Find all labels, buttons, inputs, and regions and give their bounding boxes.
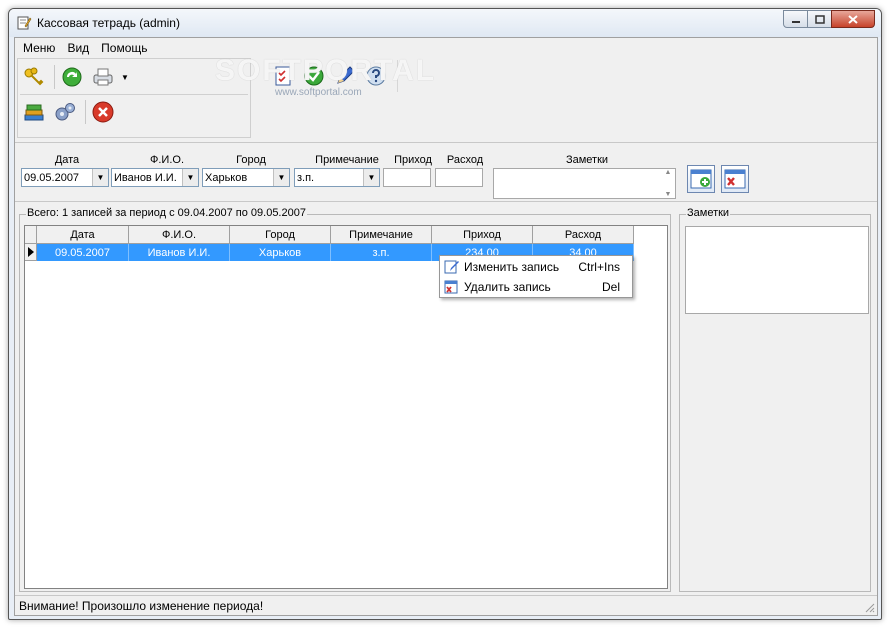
date-value: 09.05.2007: [24, 171, 80, 184]
notes-textarea[interactable]: [685, 226, 869, 314]
cell-note[interactable]: з.п.: [331, 244, 432, 261]
add-window-icon: [690, 169, 712, 189]
column-header-note[interactable]: Примечание: [331, 226, 432, 244]
refresh-button[interactable]: [58, 63, 86, 91]
secondary-toolbar: [265, 60, 398, 92]
minimize-icon: [791, 21, 800, 23]
column-header-city[interactable]: Город: [230, 226, 331, 244]
toolbar-separator: [85, 100, 86, 124]
cell-name[interactable]: Иванов И.И.: [129, 244, 230, 261]
note-select[interactable]: з.п. ▼: [294, 168, 380, 187]
indicator-header: [25, 226, 37, 244]
menu-item-help[interactable]: Помощь: [95, 38, 153, 58]
confirm-button[interactable]: [300, 62, 328, 90]
table-header: Дата Ф.И.О. Город Примечание Приход Расх…: [25, 226, 634, 244]
keys-icon: [24, 67, 44, 86]
client-area: Меню Вид Помощь ▼ SOFTPORTAL www.softpor…: [14, 37, 878, 616]
column-header-name[interactable]: Ф.И.О.: [129, 226, 230, 244]
checklist-icon: [275, 66, 291, 86]
add-record-button[interactable]: [687, 165, 715, 193]
city-value: Харьков: [205, 171, 248, 184]
memo-scrollbar[interactable]: ▲ ▼: [661, 169, 675, 198]
context-menu: Изменить запись Ctrl+Ins Удалить запись …: [439, 255, 633, 298]
maximize-icon: [814, 14, 825, 24]
note-label: Примечание: [315, 154, 379, 166]
name-value: Иванов И.И.: [114, 171, 177, 184]
date-label: Дата: [54, 154, 80, 166]
menu-item-menu[interactable]: Меню: [17, 38, 61, 58]
column-header-date[interactable]: Дата: [37, 226, 129, 244]
edit-record-icon: [444, 260, 459, 273]
checklist-button[interactable]: [269, 62, 297, 90]
cell-date[interactable]: 09.05.2007: [37, 244, 129, 261]
books-button[interactable]: [20, 98, 48, 126]
window-controls: [783, 10, 875, 28]
context-item-edit[interactable]: Изменить запись Ctrl+Ins: [440, 257, 632, 276]
close-button[interactable]: [831, 10, 875, 28]
column-header-expense[interactable]: Расход: [533, 226, 634, 244]
context-item-delete[interactable]: Удалить запись Del: [440, 277, 632, 296]
notes-group: Заметки: [679, 207, 871, 592]
chevron-down-icon[interactable]: ▼: [92, 169, 108, 186]
date-picker[interactable]: 09.05.2007 ▼: [21, 168, 109, 187]
main-toolbar: ▼: [17, 58, 251, 138]
keys-button[interactable]: [20, 63, 48, 91]
note-value: з.п.: [297, 171, 315, 184]
income-label: Приход: [394, 154, 432, 166]
delete-record-button[interactable]: [721, 165, 749, 193]
name-label: Ф.И.О.: [150, 154, 184, 166]
context-edit-shortcut: Ctrl+Ins: [578, 259, 620, 274]
context-edit-label: Изменить запись: [464, 259, 560, 274]
maximize-button[interactable]: [807, 10, 832, 28]
title-bar[interactable]: Кассовая тетрадь (admin): [9, 9, 881, 37]
income-input[interactable]: [383, 168, 431, 187]
memo-textarea[interactable]: ▲ ▼: [493, 168, 676, 199]
exit-button[interactable]: [89, 98, 117, 126]
cell-city[interactable]: Харьков: [230, 244, 331, 261]
notes-title: Заметки: [686, 207, 731, 219]
print-button[interactable]: [89, 63, 117, 91]
city-label: Город: [236, 154, 266, 166]
minimize-button[interactable]: [783, 10, 808, 28]
delete-window-icon: [724, 169, 746, 189]
refresh-icon: [62, 67, 82, 87]
help-button[interactable]: [362, 62, 390, 90]
print-dropdown-arrow[interactable]: ▼: [120, 73, 130, 82]
menu-bar: Меню Вид Помощь: [15, 38, 877, 58]
context-delete-label: Удалить запись: [464, 279, 551, 294]
help-icon: [366, 66, 386, 86]
filter-bar: Дата Ф.И.О. Город Примечание Приход Расх…: [15, 142, 877, 202]
expense-input[interactable]: [435, 168, 483, 187]
memo-label: Заметки: [565, 154, 609, 166]
name-select[interactable]: Иванов И.И. ▼: [111, 168, 199, 187]
status-text: Внимание! Произошло изменение периода!: [19, 598, 264, 613]
notebook-icon: [17, 16, 32, 30]
status-bar: Внимание! Произошло изменение периода!: [15, 595, 877, 615]
edit-pen-icon: [337, 66, 355, 84]
app-window: Кассовая тетрадь (admin) Меню Вид Помощь: [8, 8, 882, 620]
chevron-down-icon[interactable]: ▼: [273, 169, 289, 186]
row-indicator: [25, 244, 37, 261]
chevron-down-icon[interactable]: ▼: [182, 169, 198, 186]
gears-icon: [55, 103, 75, 121]
chevron-down-icon[interactable]: ▼: [363, 169, 379, 186]
context-delete-shortcut: Del: [601, 279, 620, 294]
expense-label: Расход: [446, 154, 484, 166]
records-summary: Всего: 1 записей за период с 09.04.2007 …: [26, 207, 307, 219]
check-circle-icon: [304, 66, 324, 86]
stop-icon: [92, 101, 114, 123]
delete-record-icon: [444, 280, 458, 293]
row-pointer-icon: [28, 247, 34, 257]
city-select[interactable]: Харьков ▼: [202, 168, 290, 187]
toolbar-separator: [54, 65, 55, 89]
column-header-income[interactable]: Приход: [432, 226, 533, 244]
menu-item-view[interactable]: Вид: [61, 38, 95, 58]
printer-icon: [93, 68, 113, 86]
edit-button[interactable]: [331, 62, 359, 90]
window-title: Кассовая тетрадь (admin): [37, 16, 180, 30]
books-icon: [24, 104, 44, 121]
resize-grip-icon[interactable]: [863, 601, 875, 613]
settings-button[interactable]: [51, 98, 79, 126]
close-icon: [848, 14, 858, 24]
